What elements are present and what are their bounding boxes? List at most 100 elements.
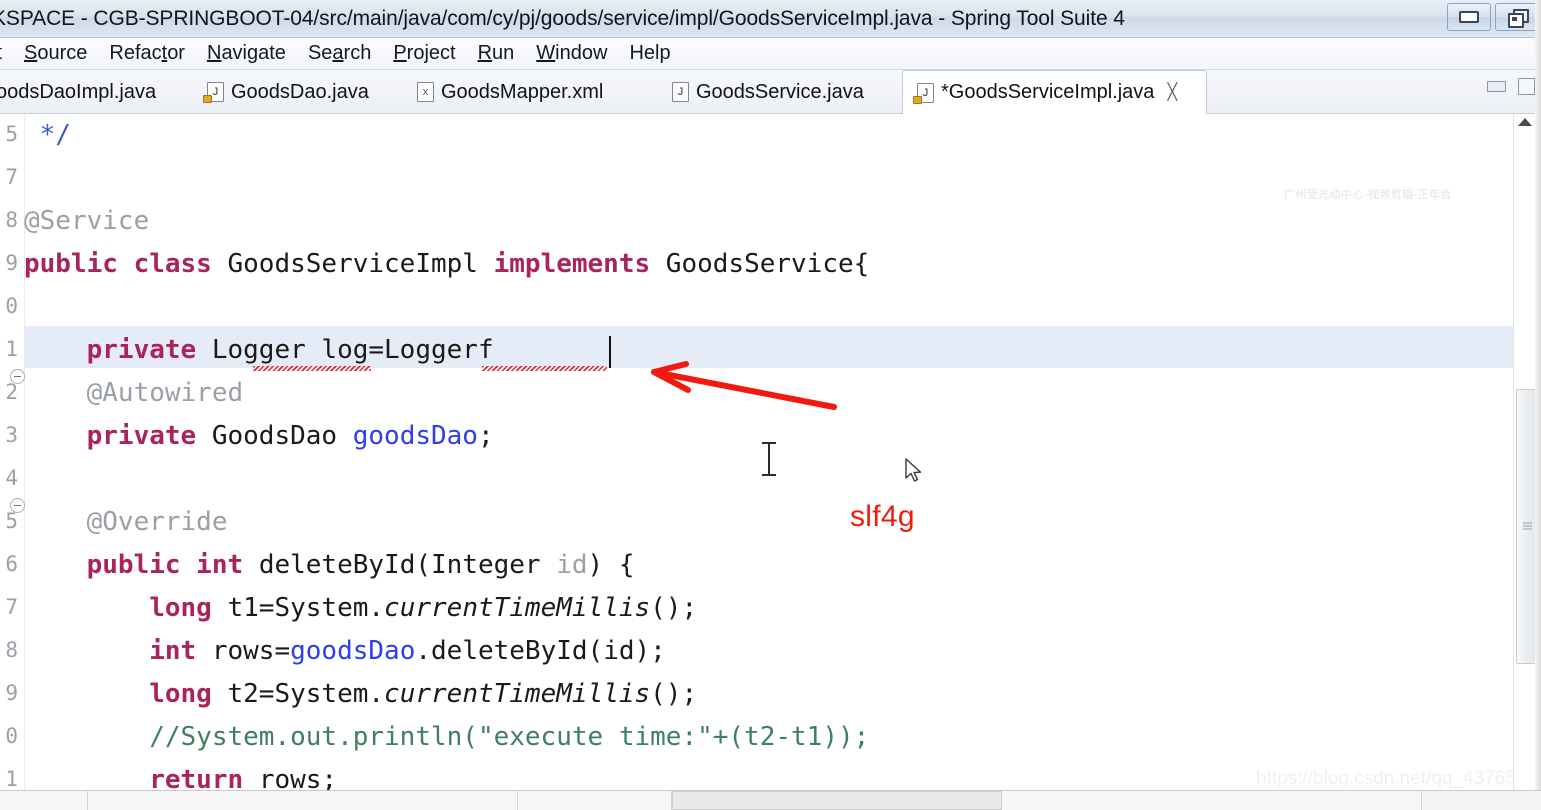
- code-token: t1=System.: [227, 593, 385, 623]
- status-cell: [0, 791, 88, 810]
- code-token: ) {: [587, 550, 635, 580]
- line-number: 2: [5, 380, 18, 404]
- scroll-thumb-grip-icon: [1523, 522, 1532, 531]
- code-token: //System.out.println("execute time:"+(t2…: [24, 722, 870, 752]
- code-line: return rows;: [24, 759, 337, 790]
- editor-tab-1[interactable]: J GoodsDao.java: [193, 70, 403, 114]
- code-token: ();: [650, 593, 698, 623]
- xml-file-icon: x: [417, 82, 434, 102]
- window-controls: [1447, 3, 1539, 31]
- line-number: 4: [5, 466, 18, 490]
- editor-tab-label: GoodsMapper.xml: [441, 80, 604, 103]
- status-cell: [1002, 791, 1422, 810]
- code-token: goodsDao: [290, 636, 416, 666]
- line-number: 5: [5, 122, 18, 146]
- menu-item-it[interactable]: it: [0, 42, 13, 65]
- code-text-area[interactable]: 广州受光动中心-视频剪辑-正年合 slf4g https://blog.csdn…: [24, 114, 1541, 790]
- minimize-view-icon[interactable]: [1487, 81, 1506, 92]
- code-token: rows=: [211, 636, 291, 666]
- code-token: id: [556, 550, 588, 580]
- code-line: @Override: [24, 501, 228, 544]
- code-token: @Autowired: [24, 378, 244, 408]
- line-number: 3: [5, 423, 18, 447]
- maximize-view-icon[interactable]: [1518, 78, 1535, 95]
- code-token: rows;: [258, 765, 338, 790]
- code-line: private GoodsDao goodsDao;: [24, 415, 494, 458]
- line-number: 8: [5, 208, 18, 232]
- scroll-up-arrow-icon[interactable]: [1518, 118, 1532, 126]
- view-controls: [1487, 78, 1535, 95]
- code-token: public int: [24, 550, 259, 580]
- line-number: 7: [5, 595, 18, 619]
- code-line: @Service: [24, 200, 149, 243]
- code-token: ;: [477, 421, 494, 451]
- editor-tab-label: GoodsService.java: [696, 80, 864, 103]
- menu-item-navigate[interactable]: Navigate: [196, 42, 297, 65]
- text-caret: [609, 336, 611, 368]
- code-token: @Service: [24, 206, 150, 236]
- line-number: 8: [5, 638, 18, 662]
- code-token: implements: [493, 249, 666, 279]
- menu-item-search[interactable]: Search: [297, 42, 382, 65]
- annotation-label: slf4g: [850, 500, 915, 533]
- text-ibeam-cursor: [762, 442, 776, 476]
- code-fold-toggle-icon[interactable]: [10, 369, 25, 384]
- lock-icon: [913, 95, 922, 104]
- menu-bar: itSourceRefactorNavigateSearchProjectRun…: [0, 38, 1541, 70]
- menu-item-project[interactable]: Project: [382, 42, 466, 65]
- code-token: GoodsService{: [665, 249, 870, 279]
- code-token: currentTimeMillis: [384, 593, 651, 623]
- menu-item-help[interactable]: Help: [618, 42, 681, 65]
- editor-tab-label: GoodsDao.java: [231, 80, 369, 103]
- code-token: return: [24, 765, 259, 790]
- title-bar: KSPACE - CGB-SPRINGBOOT-04/src/main/java…: [0, 0, 1541, 38]
- code-token: public class: [24, 249, 228, 279]
- java-file-icon: J: [913, 82, 934, 104]
- line-number: 6: [5, 552, 18, 576]
- editor-tab-0[interactable]: JoodsDaoImpl.java: [0, 70, 193, 114]
- status-cell: [88, 791, 518, 810]
- status-cell-active[interactable]: [672, 791, 1002, 810]
- spellcheck-squiggle: [482, 366, 607, 371]
- code-token: ();: [650, 679, 698, 709]
- line-number-gutter: 57890123456789012: [0, 114, 25, 790]
- minimize-icon: [1459, 11, 1479, 23]
- editor-tab-label: oodsDaoImpl.java: [0, 80, 157, 103]
- lock-icon: [203, 95, 212, 103]
- close-icon[interactable]: ╳: [1167, 84, 1177, 101]
- line-number: 7: [5, 165, 18, 189]
- code-editor[interactable]: 57890123456789012 广州受光动中心-视频剪辑-正年合 slf4g…: [0, 114, 1541, 790]
- code-token: long: [24, 593, 228, 623]
- line-number: 1: [5, 767, 18, 790]
- minimize-button[interactable]: [1447, 3, 1491, 31]
- code-line: public class GoodsServiceImpl implements…: [24, 243, 869, 286]
- code-token: GoodsServiceImpl: [227, 249, 494, 279]
- menu-item-source[interactable]: Source: [13, 42, 98, 65]
- editor-tab-label: *GoodsServiceImpl.java: [941, 81, 1155, 103]
- code-fold-toggle-icon[interactable]: [10, 498, 25, 513]
- menu-item-refactor[interactable]: Refactor: [98, 42, 196, 65]
- code-token: t2=System.: [227, 679, 385, 709]
- watermark-csdn: https://blog.csdn.net/qq_43765881: [1256, 768, 1541, 789]
- code-token: .deleteById(id);: [415, 636, 666, 666]
- code-token: Logger log=Loggerf: [211, 335, 494, 365]
- menu-item-window[interactable]: Window: [525, 42, 618, 65]
- code-token: currentTimeMillis: [384, 679, 651, 709]
- code-token: @Override: [24, 507, 228, 537]
- editor-tab-2[interactable]: x GoodsMapper.xml: [403, 70, 635, 114]
- editor-tab-3[interactable]: J GoodsService.java: [658, 70, 898, 114]
- spellcheck-squiggle: [253, 366, 371, 371]
- java-file-icon: J: [203, 82, 224, 103]
- code-line: //System.out.println("execute time:"+(t2…: [24, 716, 869, 759]
- java-file-icon: J: [672, 82, 689, 102]
- code-token: private: [24, 421, 212, 451]
- editor-tab-4[interactable]: J *GoodsServiceImpl.java ╳: [902, 70, 1207, 114]
- mouse-pointer-cursor: [905, 458, 922, 482]
- line-number: 9: [5, 251, 18, 275]
- code-line: int rows=goodsDao.deleteById(id);: [24, 630, 666, 673]
- restore-button[interactable]: [1495, 3, 1539, 31]
- stst-ide-window: KSPACE - CGB-SPRINGBOOT-04/src/main/java…: [0, 0, 1541, 810]
- menu-item-run[interactable]: Run: [467, 42, 526, 65]
- code-line: */: [24, 114, 71, 157]
- bottom-status-bar: [0, 790, 1541, 810]
